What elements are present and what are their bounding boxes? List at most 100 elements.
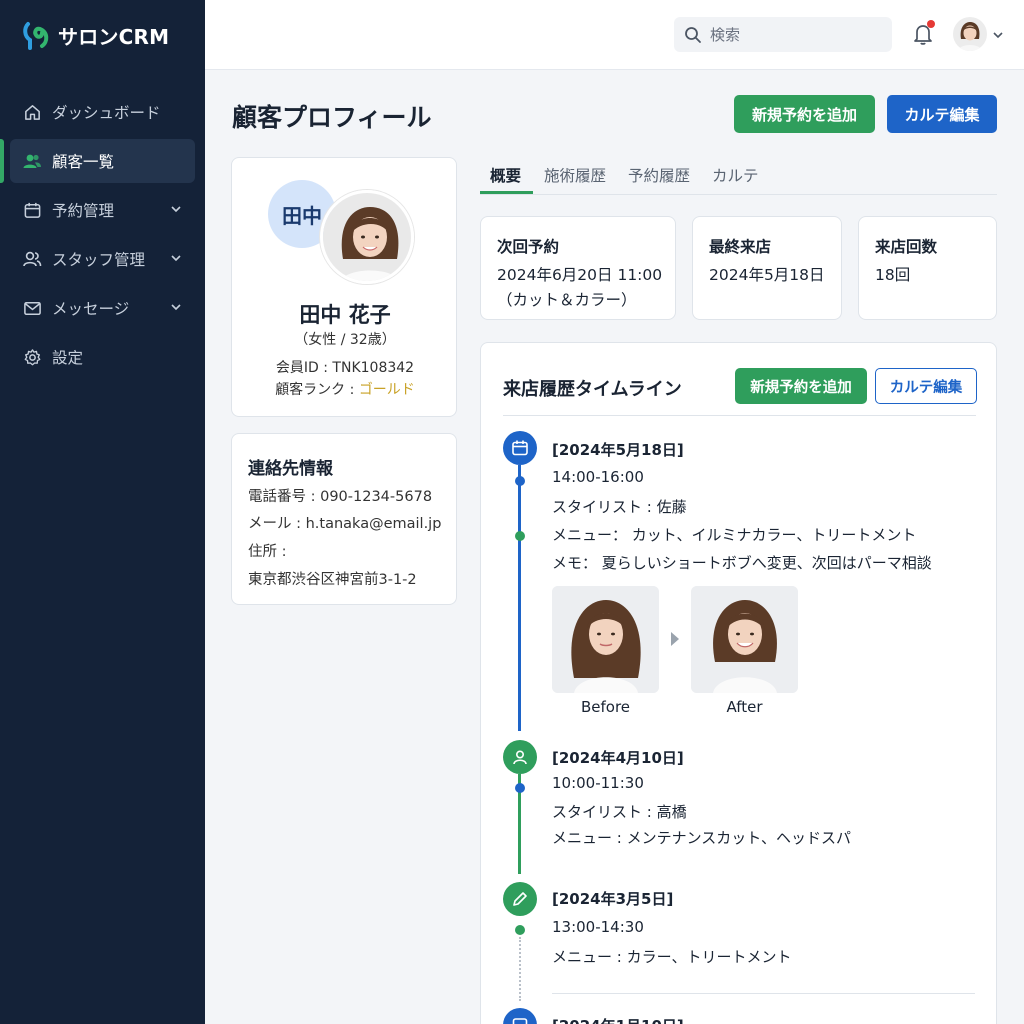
tab-reservation-history[interactable]: 予約履歴 xyxy=(628,164,690,186)
stat-label: 来店回数 xyxy=(875,238,938,256)
arrow-right-icon xyxy=(671,632,679,646)
divider xyxy=(503,415,976,416)
sidebar-item-label: 予約管理 xyxy=(52,202,115,220)
add-reservation-button[interactable]: 新規予約を追加 xyxy=(734,95,875,133)
sidebar-item-settings[interactable]: 設定 xyxy=(10,335,195,379)
users-icon xyxy=(22,151,42,171)
brand-logo-icon xyxy=(23,22,49,50)
sidebar-item-customers[interactable]: 顧客一覧 xyxy=(0,139,195,183)
user-icon xyxy=(503,740,537,774)
sidebar-item-reservations[interactable]: 予約管理 xyxy=(10,188,195,232)
brand[interactable]: サロンCRM xyxy=(22,20,169,50)
contact-title: 連絡先情報 xyxy=(248,459,333,479)
home-icon xyxy=(22,102,42,122)
sidebar-nav: ダッシュボード 顧客一覧 予約管理 スタッフ管理 メッセージ 設定 xyxy=(0,90,205,384)
after-portrait-icon xyxy=(691,586,798,693)
search-input[interactable] xyxy=(710,25,880,44)
customer-rank: 顧客ランク : ゴールド xyxy=(232,379,458,399)
next-reservation-menu: （カット＆カラー） xyxy=(497,290,637,309)
profile-photo xyxy=(320,190,414,284)
search-icon xyxy=(685,26,701,43)
notification-badge xyxy=(927,20,935,28)
timeline-line-dotted xyxy=(519,937,521,1001)
entry-time: 13:00-14:30 xyxy=(552,918,644,936)
brand-name: サロンCRM xyxy=(58,24,170,49)
timeline-add-reservation-button[interactable]: 新規予約を追加 xyxy=(735,368,867,404)
gear-icon xyxy=(22,347,42,367)
timeline-dot xyxy=(515,531,525,541)
chevron-down-icon[interactable] xyxy=(169,300,183,314)
sidebar-item-label: 設定 xyxy=(52,349,84,367)
entry-time: 10:00-11:30 xyxy=(552,774,644,792)
entry-menu: メニュー： カット、イルミナカラー、トリートメント xyxy=(552,526,917,544)
sidebar-item-staff[interactable]: スタッフ管理 xyxy=(10,237,195,281)
avatar-portrait-icon xyxy=(953,17,987,51)
pencil-icon xyxy=(503,882,537,916)
entry-menu: メニュー : メンテナンスカット、ヘッドスパ xyxy=(552,829,851,847)
stat-last-visit: 最終来店 2024年5月18日 xyxy=(692,216,842,320)
topbar xyxy=(205,0,1024,70)
chevron-down-icon[interactable] xyxy=(169,202,183,216)
address: 東京都渋谷区神宮前3-1-2 xyxy=(248,572,417,588)
chart-icon xyxy=(503,1008,537,1024)
portrait-icon xyxy=(323,193,411,281)
before-portrait-icon xyxy=(552,586,659,693)
sidebar-item-label: 顧客一覧 xyxy=(52,153,115,171)
rank-value: ゴールド xyxy=(358,382,415,398)
timeline-dot xyxy=(515,925,525,935)
page-title: 顧客プロフィール xyxy=(232,103,432,132)
entry-date: [2024年3月5日] xyxy=(552,890,674,908)
timeline-dot xyxy=(515,783,525,793)
sidebar-item-label: ダッシュボード xyxy=(52,104,161,122)
stat-label: 次回予約 xyxy=(497,238,560,256)
rank-label: 顧客ランク : xyxy=(275,382,359,398)
entry-time: 14:00-16:00 xyxy=(552,468,644,486)
sidebar-item-messages[interactable]: メッセージ xyxy=(10,286,195,330)
address-label: 住所 : xyxy=(248,544,287,560)
edit-chart-button[interactable]: カルテ編集 xyxy=(887,95,997,133)
before-photo[interactable] xyxy=(552,586,659,693)
entry-menu: メニュー : カラー、トリートメント xyxy=(552,948,792,966)
entry-memo: メモ： 夏らしいショートボブへ変更、次回はパーマ相談 xyxy=(552,554,932,572)
next-reservation-datetime: 2024年6月20日 11:00 xyxy=(497,266,663,284)
calendar-icon xyxy=(22,200,42,220)
entry-date: [2024年5月18日] xyxy=(552,441,684,459)
phone: 電話番号 : 090-1234-5678 xyxy=(248,489,433,505)
stat-value: 2024年6月20日 11:00 （カット＆カラー） xyxy=(497,263,662,313)
search-box[interactable] xyxy=(674,17,892,52)
entry-stylist: スタイリスト : 佐藤 xyxy=(552,498,687,516)
sidebar-item-label: メッセージ xyxy=(52,300,130,318)
mail-icon xyxy=(22,298,42,318)
sidebar-item-label: スタッフ管理 xyxy=(52,251,146,269)
before-label: Before xyxy=(580,698,631,716)
tab-treatment-history[interactable]: 施術履歴 xyxy=(544,164,606,186)
sidebar-item-dashboard[interactable]: ダッシュボード xyxy=(10,90,195,134)
calendar-icon xyxy=(503,431,537,465)
entry-stylist: スタイリスト : 高橋 xyxy=(552,803,687,821)
timeline-line xyxy=(518,531,521,731)
tab-chart[interactable]: カルテ xyxy=(712,164,759,186)
stat-value: 18回 xyxy=(875,266,911,284)
chevron-down-icon[interactable] xyxy=(169,251,183,265)
visit-timeline-card: 来店履歴タイムライン 新規予約を追加 カルテ編集 [2024年5月18日] 14… xyxy=(480,342,997,1024)
staff-icon xyxy=(22,249,42,269)
profile-tabs: 概要 施術履歴 予約履歴 カルテ xyxy=(480,158,997,195)
after-label: After xyxy=(726,698,763,716)
sidebar: サロンCRM ダッシュボード 顧客一覧 予約管理 スタッフ管理 メッセージ 設定 xyxy=(0,0,205,1024)
member-id: 会員ID : TNK108342 xyxy=(275,360,415,376)
tab-overview[interactable]: 概要 xyxy=(490,164,521,186)
user-avatar[interactable] xyxy=(953,17,987,51)
customer-gender-age: （女性 / 32歳） xyxy=(294,332,396,348)
chevron-down-icon[interactable] xyxy=(991,28,1005,42)
contact-card: 連絡先情報 電話番号 : 090-1234-5678 メール : h.tanak… xyxy=(231,433,457,605)
timeline-edit-chart-button[interactable]: カルテ編集 xyxy=(875,368,977,404)
profile-card: 田中 田中 花子 （女性 / 32歳） 会員ID : TNK108342 顧客ラ… xyxy=(231,157,457,417)
timeline-title: 来店履歴タイムライン xyxy=(503,379,682,400)
stat-label: 最終来店 xyxy=(709,238,772,256)
timeline-line xyxy=(518,465,521,531)
active-tab-indicator xyxy=(480,191,533,194)
entry-date: [2024年1月10日] xyxy=(552,1015,684,1024)
stat-value: 2024年5月18日 xyxy=(709,266,825,284)
after-photo[interactable] xyxy=(691,586,798,693)
timeline-dot xyxy=(515,476,525,486)
